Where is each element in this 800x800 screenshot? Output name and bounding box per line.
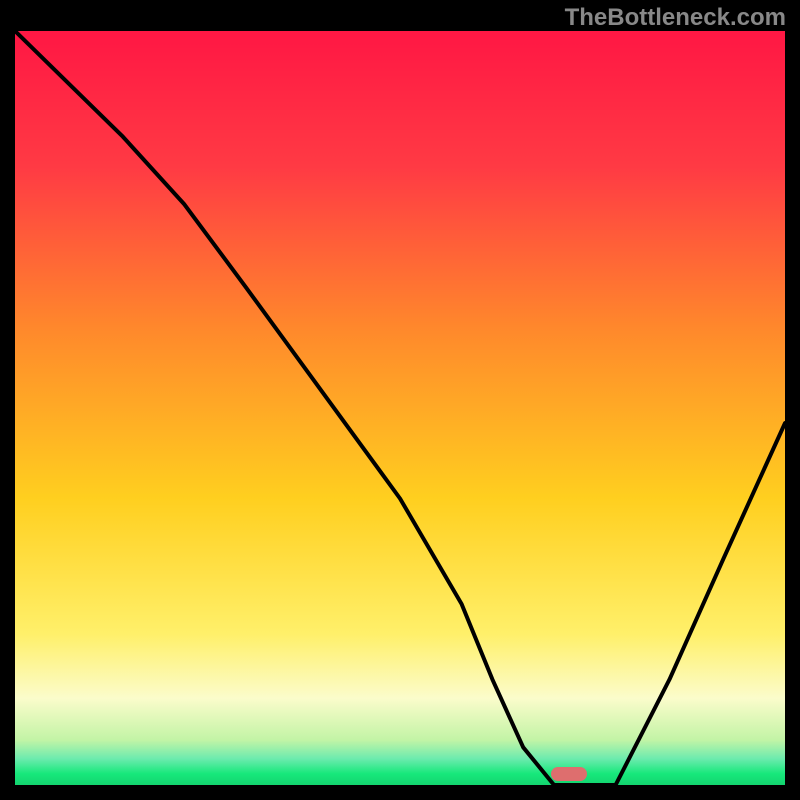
plot-area bbox=[15, 31, 785, 785]
bottleneck-chart bbox=[15, 31, 785, 785]
optimum-marker bbox=[551, 767, 587, 781]
attribution-text: TheBottleneck.com bbox=[565, 4, 786, 32]
